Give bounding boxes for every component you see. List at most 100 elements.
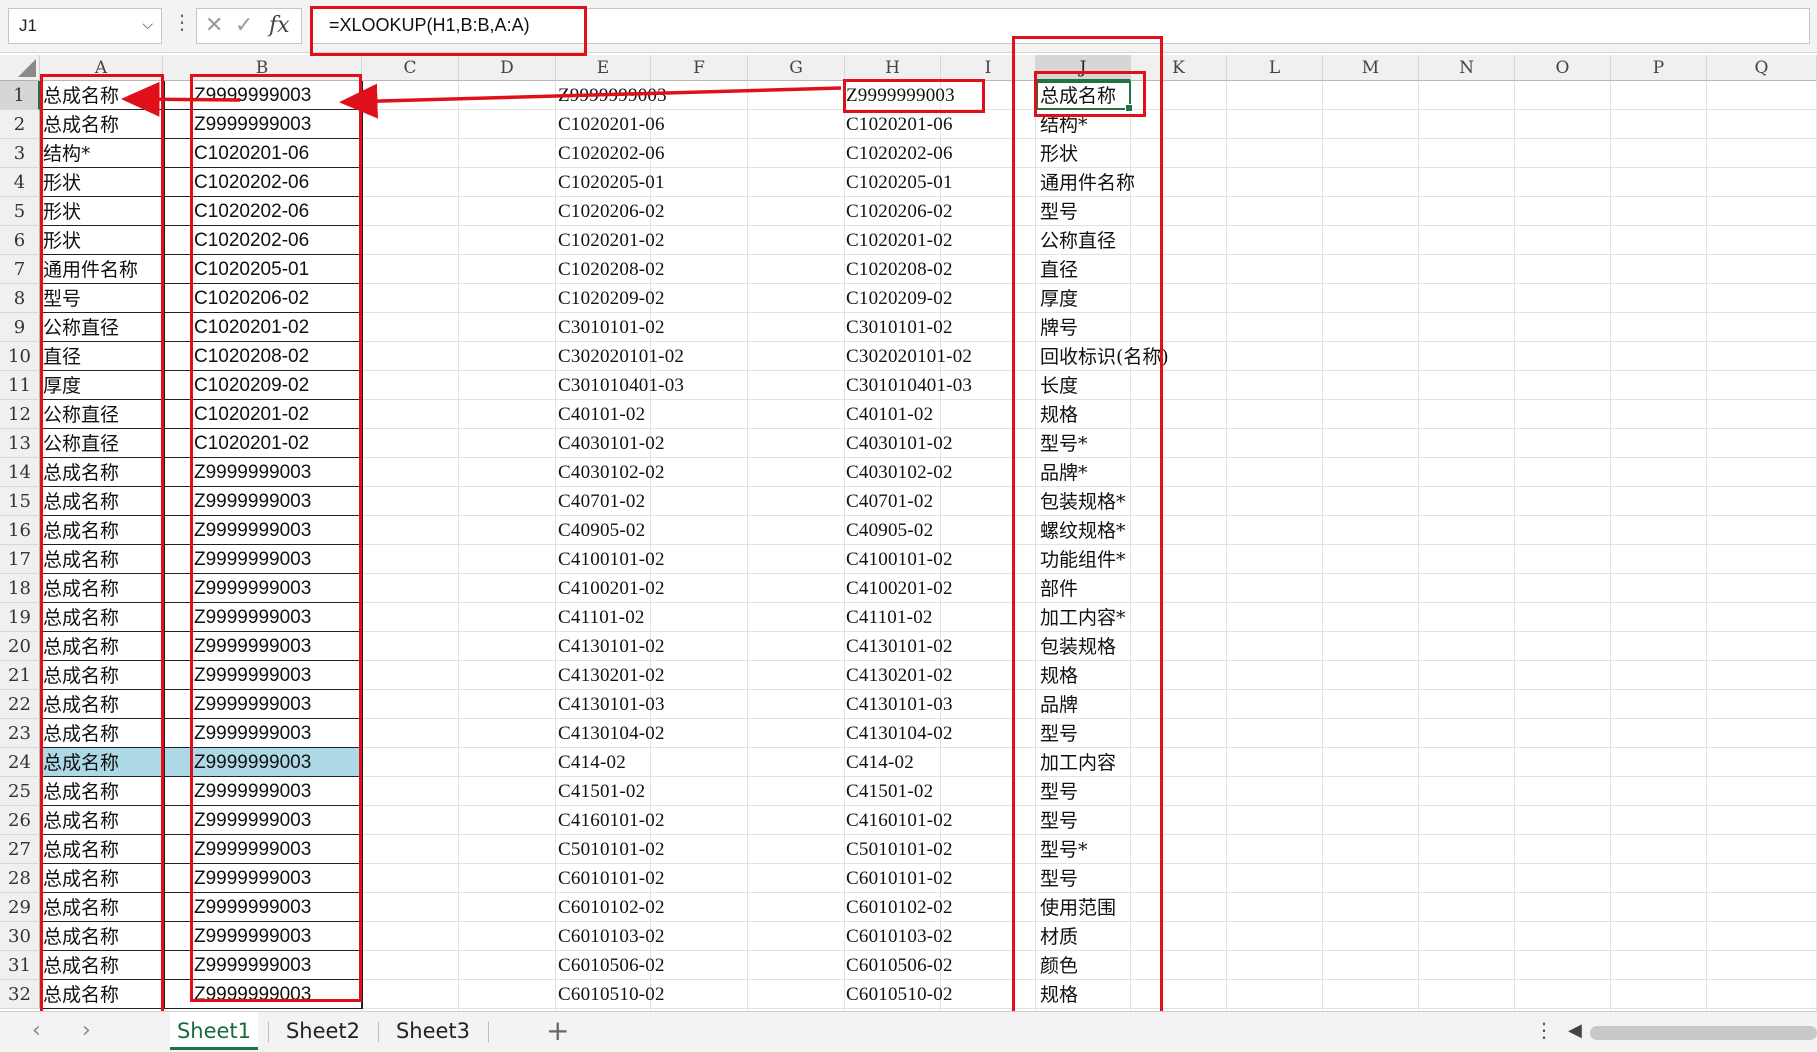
cell-h20[interactable]: C4130101-02 — [846, 632, 953, 661]
cell-h8[interactable]: C1020209-02 — [846, 284, 953, 313]
cell-e25[interactable]: C41501-02 — [558, 777, 645, 806]
cell-e31[interactable]: C6010506-02 — [558, 951, 665, 980]
cell-a27[interactable]: 总成名称 — [43, 835, 119, 864]
cell-j20[interactable]: 包装规格 — [1040, 632, 1116, 661]
name-box[interactable]: J1 ⌵ — [8, 8, 162, 44]
cell-a19[interactable]: 总成名称 — [43, 603, 119, 632]
cell-j26[interactable]: 型号 — [1040, 806, 1078, 835]
cell-b28[interactable]: Z9999999003 — [194, 864, 311, 893]
cell-j24[interactable]: 加工内容 — [1040, 748, 1116, 777]
cell-j23[interactable]: 型号 — [1040, 719, 1078, 748]
cell-e1[interactable]: Z9999999003 — [558, 81, 667, 110]
cell-e28[interactable]: C6010101-02 — [558, 864, 665, 893]
cell-j30[interactable]: 材质 — [1040, 922, 1078, 951]
cell-a14[interactable]: 总成名称 — [43, 458, 119, 487]
cell-a25[interactable]: 总成名称 — [43, 777, 119, 806]
cell-b26[interactable]: Z9999999003 — [194, 806, 311, 835]
cell-e18[interactable]: C4100201-02 — [558, 574, 665, 603]
cell-e21[interactable]: C4130201-02 — [558, 661, 665, 690]
cell-j9[interactable]: 牌号 — [1040, 313, 1078, 342]
cell-e19[interactable]: C41101-02 — [558, 603, 645, 632]
cell-h22[interactable]: C4130101-03 — [846, 690, 953, 719]
cell-h24[interactable]: C414-02 — [846, 748, 914, 777]
cell-a32[interactable]: 总成名称 — [43, 980, 119, 1009]
cell-a17[interactable]: 总成名称 — [43, 545, 119, 574]
cell-a15[interactable]: 总成名称 — [43, 487, 119, 516]
column-header-p[interactable]: P — [1611, 55, 1707, 81]
cell-e3[interactable]: C1020202-06 — [558, 139, 665, 168]
cell-j19[interactable]: 加工内容* — [1040, 603, 1126, 632]
cell-b27[interactable]: Z9999999003 — [194, 835, 311, 864]
column-header-n[interactable]: N — [1419, 55, 1515, 81]
cell-b1[interactable]: Z9999999003 — [194, 81, 311, 110]
cell-a31[interactable]: 总成名称 — [43, 951, 119, 980]
column-header-b[interactable]: B — [163, 55, 362, 81]
cell-h17[interactable]: C4100101-02 — [846, 545, 953, 574]
cell-a26[interactable]: 总成名称 — [43, 806, 119, 835]
cell-j29[interactable]: 使用范围 — [1040, 893, 1116, 922]
cell-e7[interactable]: C1020208-02 — [558, 255, 665, 284]
cell-a13[interactable]: 公称直径 — [43, 429, 119, 458]
scroll-left-icon[interactable]: ◀ — [1568, 1020, 1582, 1041]
cell-e32[interactable]: C6010510-02 — [558, 980, 665, 1009]
cell-h10[interactable]: C302020101-02 — [846, 342, 972, 371]
cell-a20[interactable]: 总成名称 — [43, 632, 119, 661]
cell-b11[interactable]: C1020209-02 — [194, 371, 309, 400]
fx-icon[interactable]: fx — [269, 13, 290, 38]
more-icon[interactable]: ⋮ — [172, 10, 192, 34]
cell-b31[interactable]: Z9999999003 — [194, 951, 311, 980]
enter-icon[interactable]: ✓ — [235, 13, 253, 38]
cell-b9[interactable]: C1020201-02 — [194, 313, 309, 342]
cell-h15[interactable]: C40701-02 — [846, 487, 933, 516]
column-header-q[interactable]: Q — [1707, 55, 1817, 81]
cell-j12[interactable]: 规格 — [1040, 400, 1078, 429]
cell-j8[interactable]: 厚度 — [1040, 284, 1078, 313]
cell-e30[interactable]: C6010103-02 — [558, 922, 665, 951]
cell-e27[interactable]: C5010101-02 — [558, 835, 665, 864]
more-icon[interactable]: ⋮ — [1534, 1018, 1554, 1042]
cell-e15[interactable]: C40701-02 — [558, 487, 645, 516]
cell-h29[interactable]: C6010102-02 — [846, 893, 953, 922]
cell-e26[interactable]: C4160101-02 — [558, 806, 665, 835]
cell-j4[interactable]: 通用件名称 — [1040, 168, 1135, 197]
cell-a10[interactable]: 直径 — [43, 342, 81, 371]
cell-b13[interactable]: C1020201-02 — [194, 429, 309, 458]
cell-h5[interactable]: C1020206-02 — [846, 197, 953, 226]
cell-b5[interactable]: C1020202-06 — [194, 197, 309, 226]
cell-a12[interactable]: 公称直径 — [43, 400, 119, 429]
cell-b15[interactable]: Z9999999003 — [194, 487, 311, 516]
cell-e12[interactable]: C40101-02 — [558, 400, 645, 429]
cell-e9[interactable]: C3010101-02 — [558, 313, 665, 342]
column-header-d[interactable]: D — [459, 55, 556, 81]
tab-sheet2[interactable]: Sheet2 — [278, 1012, 368, 1050]
cell-j14[interactable]: 品牌* — [1040, 458, 1088, 487]
column-header-k[interactable]: K — [1131, 55, 1227, 81]
cell-h13[interactable]: C4030101-02 — [846, 429, 953, 458]
cell-j27[interactable]: 型号* — [1040, 835, 1088, 864]
cell-j32[interactable]: 规格 — [1040, 980, 1078, 1009]
cell-b23[interactable]: Z9999999003 — [194, 719, 311, 748]
cell-b19[interactable]: Z9999999003 — [194, 603, 311, 632]
cell-h23[interactable]: C4130104-02 — [846, 719, 953, 748]
cell-e16[interactable]: C40905-02 — [558, 516, 645, 545]
cell-h11[interactable]: C301010401-03 — [846, 371, 972, 400]
cell-e11[interactable]: C301010401-03 — [558, 371, 684, 400]
next-sheet-icon[interactable]: › — [82, 1018, 91, 1043]
cell-j2[interactable]: 结构* — [1040, 110, 1088, 139]
cell-a18[interactable]: 总成名称 — [43, 574, 119, 603]
cell-b7[interactable]: C1020205-01 — [194, 255, 309, 284]
cell-e10[interactable]: C302020101-02 — [558, 342, 684, 371]
cell-a30[interactable]: 总成名称 — [43, 922, 119, 951]
cell-e20[interactable]: C4130101-02 — [558, 632, 665, 661]
cell-b32[interactable]: Z9999999003 — [194, 980, 311, 1009]
column-header-o[interactable]: O — [1515, 55, 1611, 81]
cell-e17[interactable]: C4100101-02 — [558, 545, 665, 574]
cell-a11[interactable]: 厚度 — [43, 371, 81, 400]
cell-h32[interactable]: C6010510-02 — [846, 980, 953, 1009]
cell-b29[interactable]: Z9999999003 — [194, 893, 311, 922]
cell-a16[interactable]: 总成名称 — [43, 516, 119, 545]
cell-h26[interactable]: C4160101-02 — [846, 806, 953, 835]
cell-b18[interactable]: Z9999999003 — [194, 574, 311, 603]
column-header-e[interactable]: E — [556, 55, 651, 81]
horizontal-scrollbar[interactable] — [1590, 1026, 1817, 1040]
